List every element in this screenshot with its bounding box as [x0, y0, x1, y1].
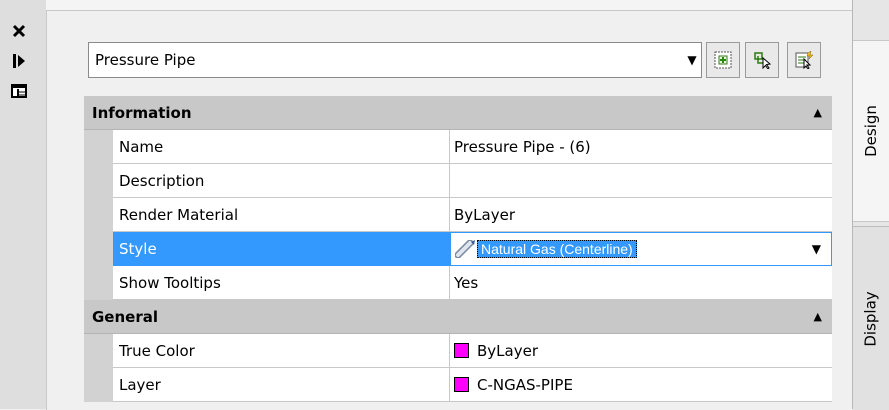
property-grid: Information ▲ Name Pressure Pipe - (6) D… — [84, 96, 832, 402]
property-value[interactable]: Pressure Pipe - (6) — [450, 130, 832, 164]
property-value[interactable]: ByLayer — [450, 198, 832, 232]
property-row-render-material[interactable]: Render Material ByLayer — [84, 198, 832, 232]
property-label: Description — [113, 164, 450, 198]
select-objects-icon — [754, 52, 772, 69]
row-gutter — [84, 368, 113, 402]
tab-label: Design — [862, 105, 881, 157]
category-information[interactable]: Information ▲ — [84, 96, 832, 130]
property-value-text: ByLayer — [477, 341, 538, 360]
property-value[interactable]: ByLayer — [450, 334, 832, 368]
property-value[interactable] — [450, 164, 832, 198]
property-row-name[interactable]: Name Pressure Pipe - (6) — [84, 130, 832, 164]
property-label: Layer — [113, 368, 450, 402]
row-gutter — [84, 130, 113, 164]
palette-tab-strip: Design Display — [852, 0, 889, 410]
toggle-pickadd-button[interactable] — [706, 42, 740, 78]
collapse-icon[interactable]: ▲ — [814, 106, 822, 119]
property-label: Name — [113, 130, 450, 164]
pickadd-icon — [714, 51, 732, 69]
property-value[interactable]: Yes — [450, 266, 832, 300]
property-row-style[interactable]: Style Natural Gas (Centerline) ▼ — [84, 232, 832, 266]
quick-select-button[interactable] — [787, 42, 821, 78]
property-label: True Color — [113, 334, 450, 368]
pipe-style-icon — [455, 240, 475, 258]
style-select[interactable]: Natural Gas (Centerline) ▼ — [450, 232, 832, 266]
property-row-layer[interactable]: Layer C-NGAS-PIPE — [84, 368, 832, 402]
property-label: Show Tooltips — [113, 266, 450, 300]
category-title: General — [92, 307, 158, 326]
property-row-description[interactable]: Description — [84, 164, 832, 198]
property-label: Style — [113, 232, 450, 266]
property-value[interactable]: C-NGAS-PIPE — [450, 368, 832, 402]
color-swatch — [454, 377, 469, 392]
row-gutter — [84, 266, 113, 300]
tab-design[interactable]: Design — [853, 40, 889, 222]
category-general[interactable]: General ▲ — [84, 300, 832, 334]
property-label: Render Material — [113, 198, 450, 232]
collapse-icon[interactable]: ▲ — [814, 310, 822, 323]
style-value: Natural Gas (Centerline) — [477, 240, 637, 258]
tab-label: Display — [862, 290, 881, 347]
object-type-value: Pressure Pipe — [95, 51, 196, 69]
tab-display[interactable]: Display — [853, 226, 889, 410]
select-objects-button[interactable] — [745, 42, 779, 78]
palette-side-strip — [0, 0, 47, 409]
quick-select-icon — [795, 51, 814, 69]
auto-hide-icon[interactable] — [6, 50, 32, 72]
property-row-show-tooltips[interactable]: Show Tooltips Yes — [84, 266, 832, 300]
close-icon[interactable] — [6, 20, 32, 42]
row-gutter — [84, 334, 113, 368]
property-value-text: C-NGAS-PIPE — [477, 375, 573, 394]
row-gutter — [84, 164, 113, 198]
properties-menu-icon[interactable] — [6, 80, 32, 102]
category-title: Information — [92, 103, 192, 122]
property-row-true-color[interactable]: True Color ByLayer — [84, 334, 832, 368]
object-type-select[interactable]: Pressure Pipe ▼ — [88, 42, 702, 78]
row-gutter — [84, 198, 113, 232]
row-gutter — [84, 232, 113, 266]
chevron-down-icon[interactable]: ▼ — [812, 242, 821, 256]
panel-top-edge — [46, 0, 852, 10]
color-swatch — [454, 343, 469, 358]
chevron-down-icon[interactable]: ▼ — [683, 53, 701, 67]
